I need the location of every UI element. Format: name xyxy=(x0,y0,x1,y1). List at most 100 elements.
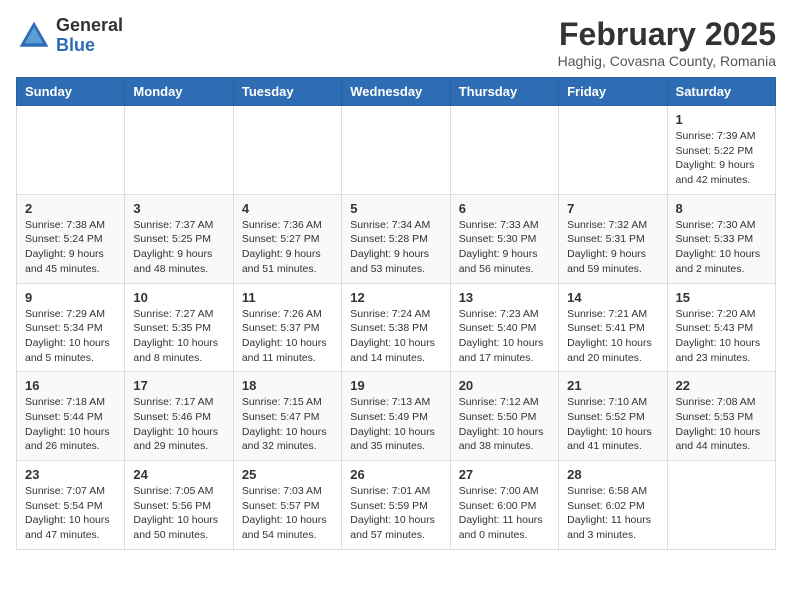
day-number: 16 xyxy=(25,378,116,393)
day-info: Sunrise: 7:17 AM Sunset: 5:46 PM Dayligh… xyxy=(133,395,224,454)
calendar-cell: 24 Sunrise: 7:05 AM Sunset: 5:56 PM Dayli… xyxy=(125,461,233,550)
day-number: 20 xyxy=(459,378,550,393)
calendar-cell: 11Sunrise: 7:26 AM Sunset: 5:37 PM Dayli… xyxy=(233,283,341,372)
logo-icon xyxy=(16,18,52,54)
calendar-week-row: 23Sunrise: 7:07 AM Sunset: 5:54 PM Dayli… xyxy=(17,461,776,550)
calendar-cell: 13 Sunrise: 7:23 AM Sunset: 5:40 PM Dayli… xyxy=(450,283,558,372)
day-info: Sunrise: 7:03 AM Sunset: 5:57 PM Dayligh… xyxy=(242,484,333,543)
calendar-cell: 10Sunrise: 7:27 AM Sunset: 5:35 PM Dayli… xyxy=(125,283,233,372)
day-number: 13 xyxy=(459,290,550,305)
calendar-header-row: Sunday Monday Tuesday Wednesday Thursday… xyxy=(17,78,776,106)
calendar-cell: 25 Sunrise: 7:03 AM Sunset: 5:57 PM Dayli… xyxy=(233,461,341,550)
day-number: 15 xyxy=(676,290,767,305)
day-number: 1 xyxy=(676,112,767,127)
day-info: Sunrise: 7:29 AM Sunset: 5:34 PM Dayligh… xyxy=(25,307,116,366)
day-number: 25 xyxy=(242,467,333,482)
day-info: Sunrise: 7:36 AM Sunset: 5:27 PM Dayligh… xyxy=(242,218,333,277)
day-number: 22 xyxy=(676,378,767,393)
calendar-cell: 23Sunrise: 7:07 AM Sunset: 5:54 PM Dayli… xyxy=(17,461,125,550)
col-wednesday: Wednesday xyxy=(342,78,450,106)
col-monday: Monday xyxy=(125,78,233,106)
calendar-cell: 3Sunrise: 7:37 AM Sunset: 5:25 PM Daylig… xyxy=(125,194,233,283)
day-info: Sunrise: 7:39 AM Sunset: 5:22 PM Dayligh… xyxy=(676,129,767,188)
day-info: Sunrise: 7:10 AM Sunset: 5:52 PM Dayligh… xyxy=(567,395,658,454)
logo: General Blue xyxy=(16,16,123,56)
day-number: 26 xyxy=(350,467,441,482)
calendar-week-row: 16 Sunrise: 7:18 AM Sunset: 5:44 PM Dayli… xyxy=(17,372,776,461)
day-info: Sunrise: 7:21 AM Sunset: 5:41 PM Dayligh… xyxy=(567,307,658,366)
calendar-cell: 26 Sunrise: 7:01 AM Sunset: 5:59 PM Dayli… xyxy=(342,461,450,550)
calendar-cell xyxy=(450,106,558,195)
calendar-cell xyxy=(233,106,341,195)
title-block: February 2025 Haghig, Covasna County, Ro… xyxy=(558,16,776,69)
day-info: Sunrise: 7:01 AM Sunset: 5:59 PM Dayligh… xyxy=(350,484,441,543)
day-number: 9 xyxy=(25,290,116,305)
day-info: Sunrise: 7:05 AM Sunset: 5:56 PM Dayligh… xyxy=(133,484,224,543)
logo-general: General xyxy=(56,15,123,35)
day-info: Sunrise: 7:38 AM Sunset: 5:24 PM Dayligh… xyxy=(25,218,116,277)
calendar-cell: 27 Sunrise: 7:00 AM Sunset: 6:00 PM Dayli… xyxy=(450,461,558,550)
day-number: 6 xyxy=(459,201,550,216)
day-info: Sunrise: 7:13 AM Sunset: 5:49 PM Dayligh… xyxy=(350,395,441,454)
calendar-cell: 4 Sunrise: 7:36 AM Sunset: 5:27 PM Daylig… xyxy=(233,194,341,283)
day-number: 24 xyxy=(133,467,224,482)
calendar-cell: 21 Sunrise: 7:10 AM Sunset: 5:52 PM Dayli… xyxy=(559,372,667,461)
calendar-cell: 19 Sunrise: 7:13 AM Sunset: 5:49 PM Dayli… xyxy=(342,372,450,461)
calendar-cell: 7 Sunrise: 7:32 AM Sunset: 5:31 PM Daylig… xyxy=(559,194,667,283)
col-tuesday: Tuesday xyxy=(233,78,341,106)
day-info: Sunrise: 7:37 AM Sunset: 5:25 PM Dayligh… xyxy=(133,218,224,277)
day-number: 21 xyxy=(567,378,658,393)
logo-blue: Blue xyxy=(56,35,95,55)
calendar-cell xyxy=(342,106,450,195)
day-number: 2 xyxy=(25,201,116,216)
day-info: Sunrise: 7:18 AM Sunset: 5:44 PM Dayligh… xyxy=(25,395,116,454)
day-info: Sunrise: 7:07 AM Sunset: 5:54 PM Dayligh… xyxy=(25,484,116,543)
logo-text: General Blue xyxy=(56,16,123,56)
calendar-cell: 18Sunrise: 7:15 AM Sunset: 5:47 PM Dayli… xyxy=(233,372,341,461)
day-info: Sunrise: 7:34 AM Sunset: 5:28 PM Dayligh… xyxy=(350,218,441,277)
calendar: Sunday Monday Tuesday Wednesday Thursday… xyxy=(16,77,776,550)
day-number: 12 xyxy=(350,290,441,305)
calendar-cell: 1 Sunrise: 7:39 AM Sunset: 5:22 PM Daylig… xyxy=(667,106,775,195)
calendar-week-row: 1 Sunrise: 7:39 AM Sunset: 5:22 PM Daylig… xyxy=(17,106,776,195)
day-info: Sunrise: 7:24 AM Sunset: 5:38 PM Dayligh… xyxy=(350,307,441,366)
day-number: 8 xyxy=(676,201,767,216)
col-saturday: Saturday xyxy=(667,78,775,106)
day-number: 17 xyxy=(133,378,224,393)
calendar-cell: 28Sunrise: 6:58 AM Sunset: 6:02 PM Dayli… xyxy=(559,461,667,550)
col-sunday: Sunday xyxy=(17,78,125,106)
calendar-cell: 2 Sunrise: 7:38 AM Sunset: 5:24 PM Daylig… xyxy=(17,194,125,283)
day-number: 5 xyxy=(350,201,441,216)
day-number: 19 xyxy=(350,378,441,393)
day-info: Sunrise: 6:58 AM Sunset: 6:02 PM Dayligh… xyxy=(567,484,658,543)
calendar-week-row: 9 Sunrise: 7:29 AM Sunset: 5:34 PM Daylig… xyxy=(17,283,776,372)
day-info: Sunrise: 7:12 AM Sunset: 5:50 PM Dayligh… xyxy=(459,395,550,454)
calendar-cell: 8Sunrise: 7:30 AM Sunset: 5:33 PM Daylig… xyxy=(667,194,775,283)
day-number: 7 xyxy=(567,201,658,216)
page-header: General Blue February 2025 Haghig, Covas… xyxy=(16,16,776,69)
day-info: Sunrise: 7:27 AM Sunset: 5:35 PM Dayligh… xyxy=(133,307,224,366)
calendar-cell: 17 Sunrise: 7:17 AM Sunset: 5:46 PM Dayli… xyxy=(125,372,233,461)
month-year: February 2025 xyxy=(558,16,776,53)
calendar-cell: 9 Sunrise: 7:29 AM Sunset: 5:34 PM Daylig… xyxy=(17,283,125,372)
calendar-week-row: 2 Sunrise: 7:38 AM Sunset: 5:24 PM Daylig… xyxy=(17,194,776,283)
day-info: Sunrise: 7:32 AM Sunset: 5:31 PM Dayligh… xyxy=(567,218,658,277)
day-info: Sunrise: 7:23 AM Sunset: 5:40 PM Dayligh… xyxy=(459,307,550,366)
day-number: 18 xyxy=(242,378,333,393)
day-number: 11 xyxy=(242,290,333,305)
col-thursday: Thursday xyxy=(450,78,558,106)
calendar-cell: 12 Sunrise: 7:24 AM Sunset: 5:38 PM Dayli… xyxy=(342,283,450,372)
calendar-cell xyxy=(17,106,125,195)
day-number: 27 xyxy=(459,467,550,482)
day-info: Sunrise: 7:08 AM Sunset: 5:53 PM Dayligh… xyxy=(676,395,767,454)
calendar-cell: 5 Sunrise: 7:34 AM Sunset: 5:28 PM Daylig… xyxy=(342,194,450,283)
calendar-cell xyxy=(125,106,233,195)
day-number: 14 xyxy=(567,290,658,305)
calendar-cell: 6 Sunrise: 7:33 AM Sunset: 5:30 PM Daylig… xyxy=(450,194,558,283)
day-number: 4 xyxy=(242,201,333,216)
day-info: Sunrise: 7:33 AM Sunset: 5:30 PM Dayligh… xyxy=(459,218,550,277)
day-info: Sunrise: 7:20 AM Sunset: 5:43 PM Dayligh… xyxy=(676,307,767,366)
calendar-cell: 22 Sunrise: 7:08 AM Sunset: 5:53 PM Dayli… xyxy=(667,372,775,461)
day-info: Sunrise: 7:00 AM Sunset: 6:00 PM Dayligh… xyxy=(459,484,550,543)
location: Haghig, Covasna County, Romania xyxy=(558,53,776,69)
